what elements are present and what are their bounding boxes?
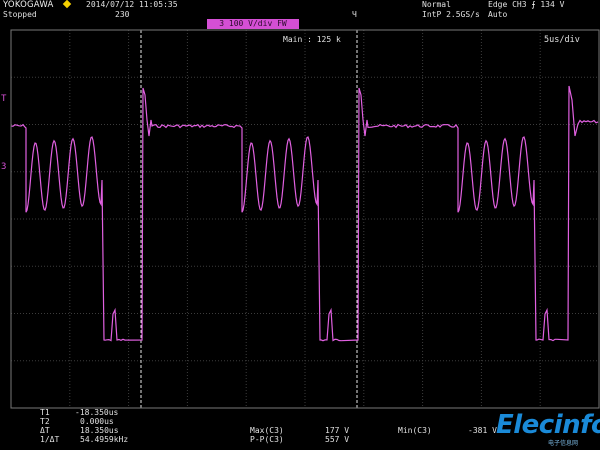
pp-value: 557 V: [325, 435, 350, 444]
channel-ground-marker: 3: [1, 162, 7, 172]
pp-label: P-P(C3): [250, 435, 284, 444]
inverse-delta-t-value: 54.4959kHz: [80, 435, 129, 444]
oscilloscope-screen: YOKOGAWA 2014/07/12 11:05:35 Stopped 230…: [0, 0, 600, 450]
waveform-display: [10, 29, 600, 409]
main-record-length: Main : 125 k: [283, 35, 341, 44]
trigger-level-marker: T: [1, 94, 7, 104]
min-value: -381 V: [468, 426, 497, 435]
graticule-grid: [11, 30, 599, 408]
timebase: 5us/div: [544, 35, 580, 45]
watermark-subtext: 电子信息网: [548, 440, 579, 447]
watermark-logo: Elecinfo: [496, 410, 600, 440]
min-label: Min(C3): [398, 426, 432, 435]
inverse-delta-t-label: 1/ΔT: [40, 435, 60, 444]
